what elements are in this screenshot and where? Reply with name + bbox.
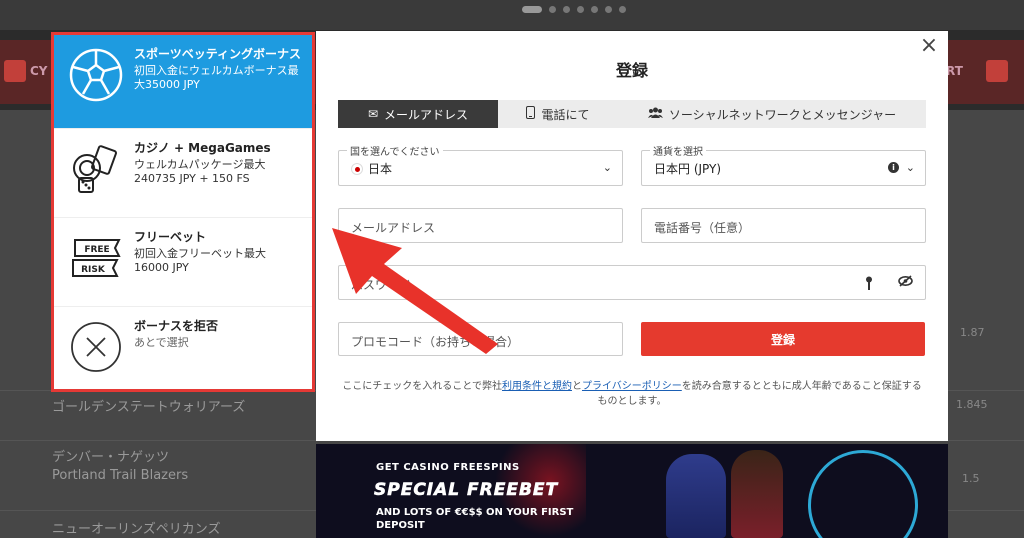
bonus-desc: 初回入金にウェルカムボーナス最大35000 JPY [134, 64, 299, 91]
banner-line-1: GET CASINO FREESPINS [376, 462, 520, 473]
email-field[interactable]: メールアドレス [338, 208, 623, 243]
promo-placeholder: プロモコード（お持ちの場合） [351, 335, 520, 349]
team-name: デンバー・ナゲッツ [52, 450, 170, 465]
password-field[interactable]: パスワード [338, 265, 926, 300]
bonus-freebet[interactable]: FREE RISK フリーベット 初回入金フリーベット最大 16000 JPY [54, 218, 312, 307]
registration-tabs: ✉ メールアドレス 電話にて ソーシャルネットワークとメッセンジャー [338, 100, 926, 128]
roulette-graphic [808, 450, 918, 538]
soccer-player-image [666, 454, 726, 538]
password-placeholder: パスワード [351, 278, 412, 292]
promo-code-field[interactable]: プロモコード（お持ちの場合） [338, 322, 623, 356]
key-icon[interactable] [865, 276, 873, 294]
chevron-down-icon: ⌄ [905, 161, 915, 174]
bonus-title: ボーナスを拒否 [134, 319, 219, 333]
tab-social[interactable]: ソーシャルネットワークとメッセンジャー [618, 100, 926, 128]
bonus-desc: 初回入金フリーベット最大 16000 JPY [134, 247, 266, 274]
promo-banner[interactable]: GET CASINO FREESPINS SPECIAL FREEBET AND… [316, 444, 948, 538]
team-name: ニューオーリンズペリカンズ [52, 522, 221, 537]
info-icon[interactable]: i [888, 162, 899, 173]
dota-icon [986, 60, 1008, 82]
field-label: 国を選んでください [347, 143, 443, 158]
bg-label-right: RT [946, 64, 963, 78]
risk-label: RISK [81, 265, 106, 275]
carousel-dots[interactable] [522, 6, 626, 13]
phone-field[interactable]: 電話番号（任意） [641, 208, 926, 243]
envelope-icon: ✉ [367, 107, 379, 121]
phone-placeholder: 電話番号（任意） [654, 221, 751, 235]
country-value: 日本 [368, 162, 393, 176]
top-bar [0, 0, 1024, 30]
users-icon [647, 107, 663, 121]
team-name: ゴールデンステートウォリアーズ [52, 400, 246, 415]
free-label: FREE [84, 245, 109, 255]
bonus-title: フリーベット [134, 230, 207, 244]
eye-slash-icon[interactable] [898, 275, 913, 291]
tab-label: 電話にて [541, 107, 590, 122]
decline-x-icon [68, 319, 124, 375]
odds-value[interactable]: 1.5 [962, 472, 980, 485]
bonus-sports[interactable]: スポーツベッティングボーナス 初回入金にウェルカムボーナス最大35000 JPY [54, 35, 312, 129]
terms-text: ここにチェックを入れることで弊社利用条件と規約とプライバシーポリシーを読み合意す… [342, 381, 922, 407]
odds-value[interactable]: 1.87 [960, 326, 985, 339]
bonus-panel: スポーツベッティングボーナス 初回入金にウェルカムボーナス最大35000 JPY… [51, 32, 315, 392]
bonus-title: カジノ + MegaGames [134, 141, 271, 155]
free-risk-ticket-icon: FREE RISK [68, 230, 124, 286]
privacy-link[interactable]: プライバシーポリシー [582, 381, 682, 392]
dota-icon [4, 60, 26, 82]
email-placeholder: メールアドレス [351, 221, 436, 235]
tab-label: メールアドレス [384, 107, 469, 122]
terms-link[interactable]: 利用条件と規約 [502, 381, 572, 392]
bonus-casino[interactable]: カジノ + MegaGames ウェルカムパッケージ最大 240735 JPY … [54, 129, 312, 218]
soccer-ball-icon [68, 47, 124, 103]
chevron-down-icon: ⌄ [602, 161, 612, 174]
registration-modal: × 登録 ✉ メールアドレス 電話にて ソーシャルネットワークとメッセンジャー … [316, 31, 948, 441]
team-name: Portland Trail Blazers [52, 468, 189, 483]
modal-title: 登録 [615, 61, 648, 80]
currency-value: 日本円 (JPY) [654, 162, 722, 176]
tab-label: ソーシャルネットワークとメッセンジャー [668, 107, 897, 122]
phone-icon [526, 106, 536, 122]
tab-email[interactable]: ✉ メールアドレス [338, 100, 498, 128]
bonus-decline[interactable]: ボーナスを拒否 あとで選択 [54, 307, 312, 396]
banner-line-3: AND LOTS OF €€$$ ON YOUR FIRST DEPOSIT [376, 507, 574, 531]
bonus-desc: あとで選択 [134, 336, 189, 349]
country-select[interactable]: 国を選んでください 日本 ⌄ [338, 143, 623, 186]
odds-value[interactable]: 1.845 [956, 398, 988, 411]
bonus-desc: ウェルカムパッケージ最大 240735 JPY + 150 FS [134, 158, 266, 185]
casino-chips-dice-icon [68, 141, 124, 197]
tab-phone[interactable]: 電話にて [498, 100, 618, 128]
close-button[interactable]: × [918, 35, 940, 57]
woman-image [731, 450, 783, 538]
field-label: 通貨を選択 [650, 143, 706, 158]
bg-label-left: CY [30, 64, 48, 78]
register-button[interactable]: 登録 [641, 322, 925, 356]
banner-headline: SPECIAL FREEBET [374, 480, 559, 501]
bonus-title: スポーツベッティングボーナス [134, 47, 302, 61]
currency-select[interactable]: 通貨を選択 日本円 (JPY) i ⌄ [641, 143, 926, 186]
japan-flag-icon [351, 162, 363, 175]
